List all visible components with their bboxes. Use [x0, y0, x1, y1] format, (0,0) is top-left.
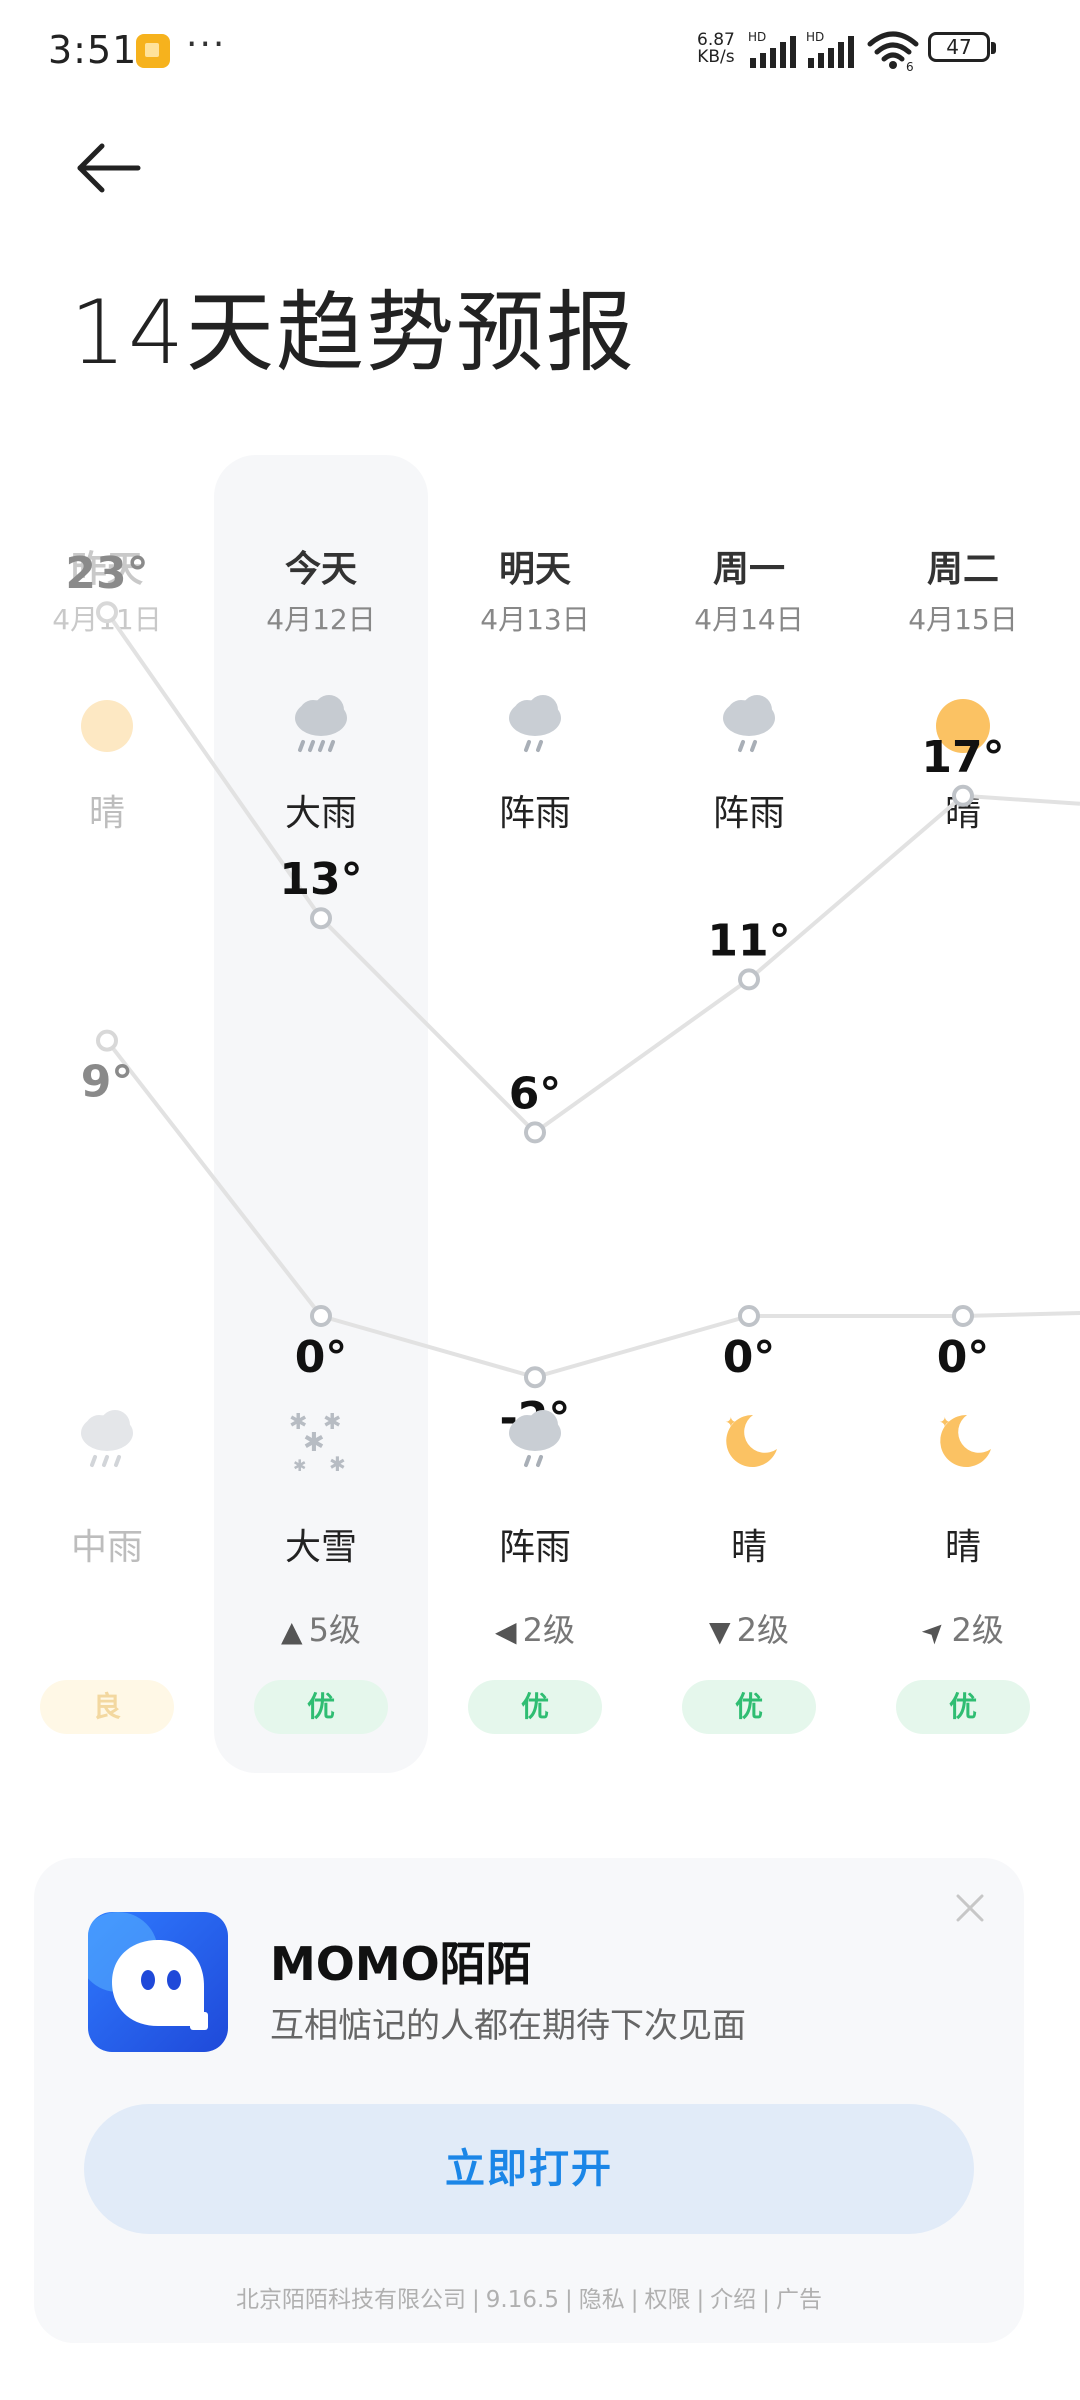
wind-direction-icon: ◀: [495, 1615, 517, 1648]
wind-direction-icon: ➤: [913, 1611, 954, 1652]
moon-icon: ✦: [642, 1405, 856, 1477]
day-condition: 晴: [944, 793, 981, 834]
ad-card[interactable]: MOMO陌陌 互相惦记的人都在期待下次见面 立即打开 北京陌陌科技有限公司 | 9.…: [34, 1858, 1024, 2343]
night-condition: 阵雨: [498, 1527, 571, 1568]
aqi-badge[interactable]: 优: [254, 1680, 388, 1734]
ad-label: 广告: [775, 2287, 822, 2313]
svg-text:✦: ✦: [725, 1415, 737, 1431]
low-temp-point: [952, 1305, 974, 1327]
aqi-badge[interactable]: 优: [468, 1680, 602, 1734]
svg-text:✱: ✱: [323, 1410, 341, 1435]
svg-text:✦: ✦: [939, 1415, 951, 1431]
day-condition: 阵雨: [498, 793, 571, 834]
page-title: 14天趋势预报: [70, 281, 636, 384]
day-date: 4月12日: [266, 603, 376, 636]
signal-strength-2-icon: HD: [806, 30, 854, 68]
moon-icon: ✦: [856, 1405, 1070, 1477]
shower-icon: [428, 690, 642, 762]
status-time: 3:51: [48, 28, 138, 72]
day-date: 4月11日: [52, 603, 162, 636]
high-temp-point: [524, 1121, 546, 1144]
ad-title: MOMO陌陌: [270, 1937, 532, 1991]
wind-level: 2级: [522, 1611, 575, 1649]
battery-icon: 47: [928, 32, 996, 62]
signal-hd-label: HD: [748, 30, 766, 44]
signal-strength-icon: HD: [748, 30, 796, 68]
ad-company: 北京陌陌科技有限公司: [236, 2287, 467, 2313]
wind-info: ▲ 5级: [214, 1605, 428, 1651]
intro-link[interactable]: 介绍: [710, 2287, 756, 2313]
signal2-hd-label: HD: [806, 30, 824, 44]
wind-info: ◀ 2级: [428, 1605, 642, 1651]
day-column-today[interactable]: 今天 4月12日: [214, 540, 428, 638]
day-condition: 晴: [88, 793, 125, 834]
ad-version: 9.16.5: [485, 2287, 559, 2313]
wind-level: 2级: [736, 1611, 789, 1649]
low-temp-line-continuation: [962, 1311, 1080, 1318]
shower-icon: [642, 690, 856, 762]
shower-icon: [428, 1405, 642, 1477]
wind-level: 5级: [308, 1611, 361, 1649]
wind-level: 2级: [951, 1611, 1004, 1649]
svg-text:✱: ✱: [303, 1428, 325, 1458]
wifi-icon: 6: [867, 31, 919, 72]
day-name: 周二: [926, 549, 999, 590]
sun-icon: [0, 690, 214, 762]
momo-app-logo[interactable]: [88, 1912, 228, 2052]
night-condition: 中雨: [70, 1527, 143, 1568]
notification-app-icon: [136, 34, 170, 68]
night-condition: 晴: [730, 1527, 767, 1568]
privacy-link[interactable]: 隐私: [579, 2287, 625, 2313]
today-highlight: [214, 455, 428, 1773]
aqi-badge[interactable]: 良: [40, 1680, 174, 1734]
status-bar: 3:51 ··· 6.87 KB/s HD HD 6 47: [0, 0, 1080, 100]
day-name: 明天: [498, 549, 571, 590]
day-condition: 阵雨: [712, 793, 785, 834]
day-column-tomorrow[interactable]: 明天 4月13日: [428, 540, 642, 638]
day-date: 4月15日: [908, 603, 1018, 636]
svg-text:✱: ✱: [329, 1452, 346, 1476]
snow-icon: ✱ ✱ ✱ ✱ ✱: [214, 1405, 428, 1477]
low-temp-point: [96, 1029, 118, 1052]
heavy-rain-icon: [214, 690, 428, 762]
day-column-yesterday[interactable]: 昨天 4月11日: [0, 540, 214, 638]
rain-cloud-icon: [0, 1405, 214, 1477]
low-temp-point: [738, 1305, 760, 1327]
sun-icon: [856, 690, 1070, 762]
high-temp-label: 6°: [509, 1068, 562, 1119]
low-temp-label: 0°: [937, 1332, 990, 1383]
day-date: 4月13日: [480, 603, 590, 636]
day-column-monday[interactable]: 周一 4月14日: [642, 540, 856, 638]
night-condition: 大雪: [284, 1527, 357, 1568]
close-icon[interactable]: [950, 1888, 990, 1928]
low-temp-point: [524, 1366, 546, 1389]
day-date: 4月14日: [694, 603, 804, 636]
low-temp-label: 0°: [723, 1332, 776, 1383]
permissions-link[interactable]: 权限: [644, 2287, 690, 2313]
high-temp-point: [738, 968, 760, 991]
wind-info: ▼ 2级: [642, 1605, 856, 1651]
low-temp-label: 9°: [81, 1057, 134, 1108]
night-condition: 晴: [944, 1527, 981, 1568]
ad-subtitle: 互相惦记的人都在期待下次见面: [270, 2006, 746, 2046]
wind-info: ➤2级: [856, 1605, 1070, 1651]
day-name: 昨天: [70, 549, 143, 590]
wifi-sub-label: 6: [906, 60, 914, 72]
wind-direction-icon: ▼: [709, 1615, 731, 1648]
day-name: 周一: [712, 549, 785, 590]
back-arrow-icon[interactable]: [70, 130, 150, 210]
aqi-badge[interactable]: 优: [682, 1680, 816, 1734]
network-speed-unit: KB/s: [697, 47, 735, 67]
open-app-button[interactable]: 立即打开: [84, 2104, 974, 2234]
day-column-tuesday[interactable]: 周二 4月15日: [856, 540, 1070, 638]
aqi-badge[interactable]: 优: [896, 1680, 1030, 1734]
wind-direction-icon: ▲: [281, 1615, 303, 1648]
more-notifications-icon: ···: [186, 24, 227, 65]
svg-text:✱: ✱: [293, 1456, 306, 1475]
day-condition: 大雨: [284, 793, 357, 834]
day-name: 今天: [284, 549, 357, 590]
ad-footer: 北京陌陌科技有限公司 | 9.16.5 | 隐私 | 权限 | 介绍 | 广告: [236, 2287, 822, 2313]
high-temp-label: 11°: [707, 915, 790, 966]
network-speed: 6.87 KB/s: [697, 32, 735, 66]
